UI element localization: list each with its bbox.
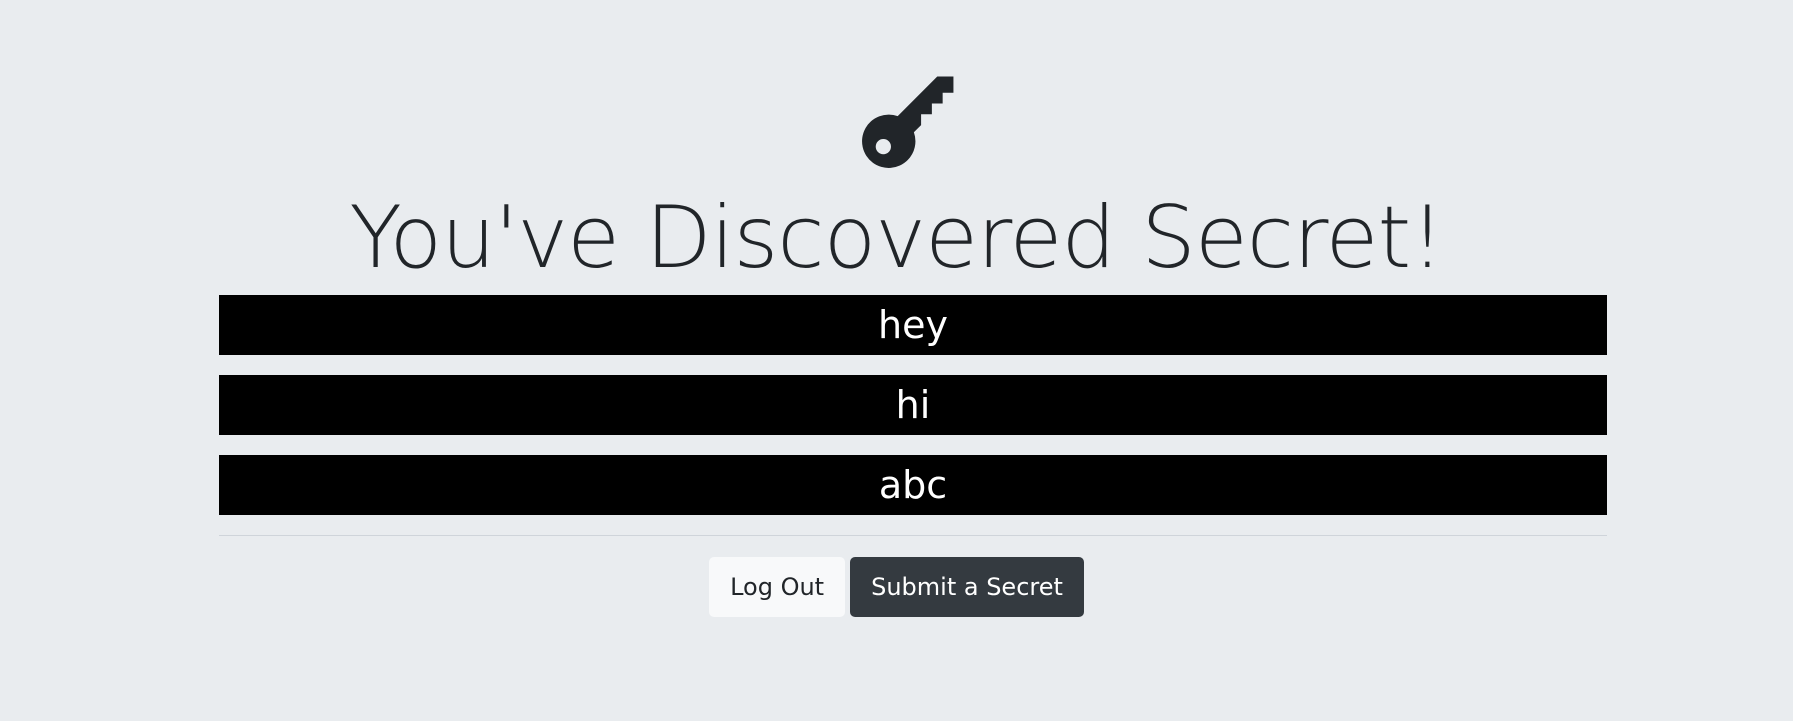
secret-item-3: abc bbox=[219, 455, 1607, 515]
key-icon bbox=[852, 56, 974, 178]
secrets-page: You've Discovered Secret! hey hi abc Log… bbox=[0, 0, 1793, 721]
action-buttons: Log Out Submit a Secret bbox=[0, 557, 1793, 617]
submit-secret-button[interactable]: Submit a Secret bbox=[850, 557, 1084, 617]
page-title: You've Discovered Secret! bbox=[349, 188, 1444, 288]
section-divider bbox=[219, 535, 1607, 536]
secrets-list: hey hi abc bbox=[219, 295, 1607, 535]
secret-item-1: hey bbox=[219, 295, 1607, 355]
secret-item-2: hi bbox=[219, 375, 1607, 435]
logout-button[interactable]: Log Out bbox=[709, 557, 846, 617]
